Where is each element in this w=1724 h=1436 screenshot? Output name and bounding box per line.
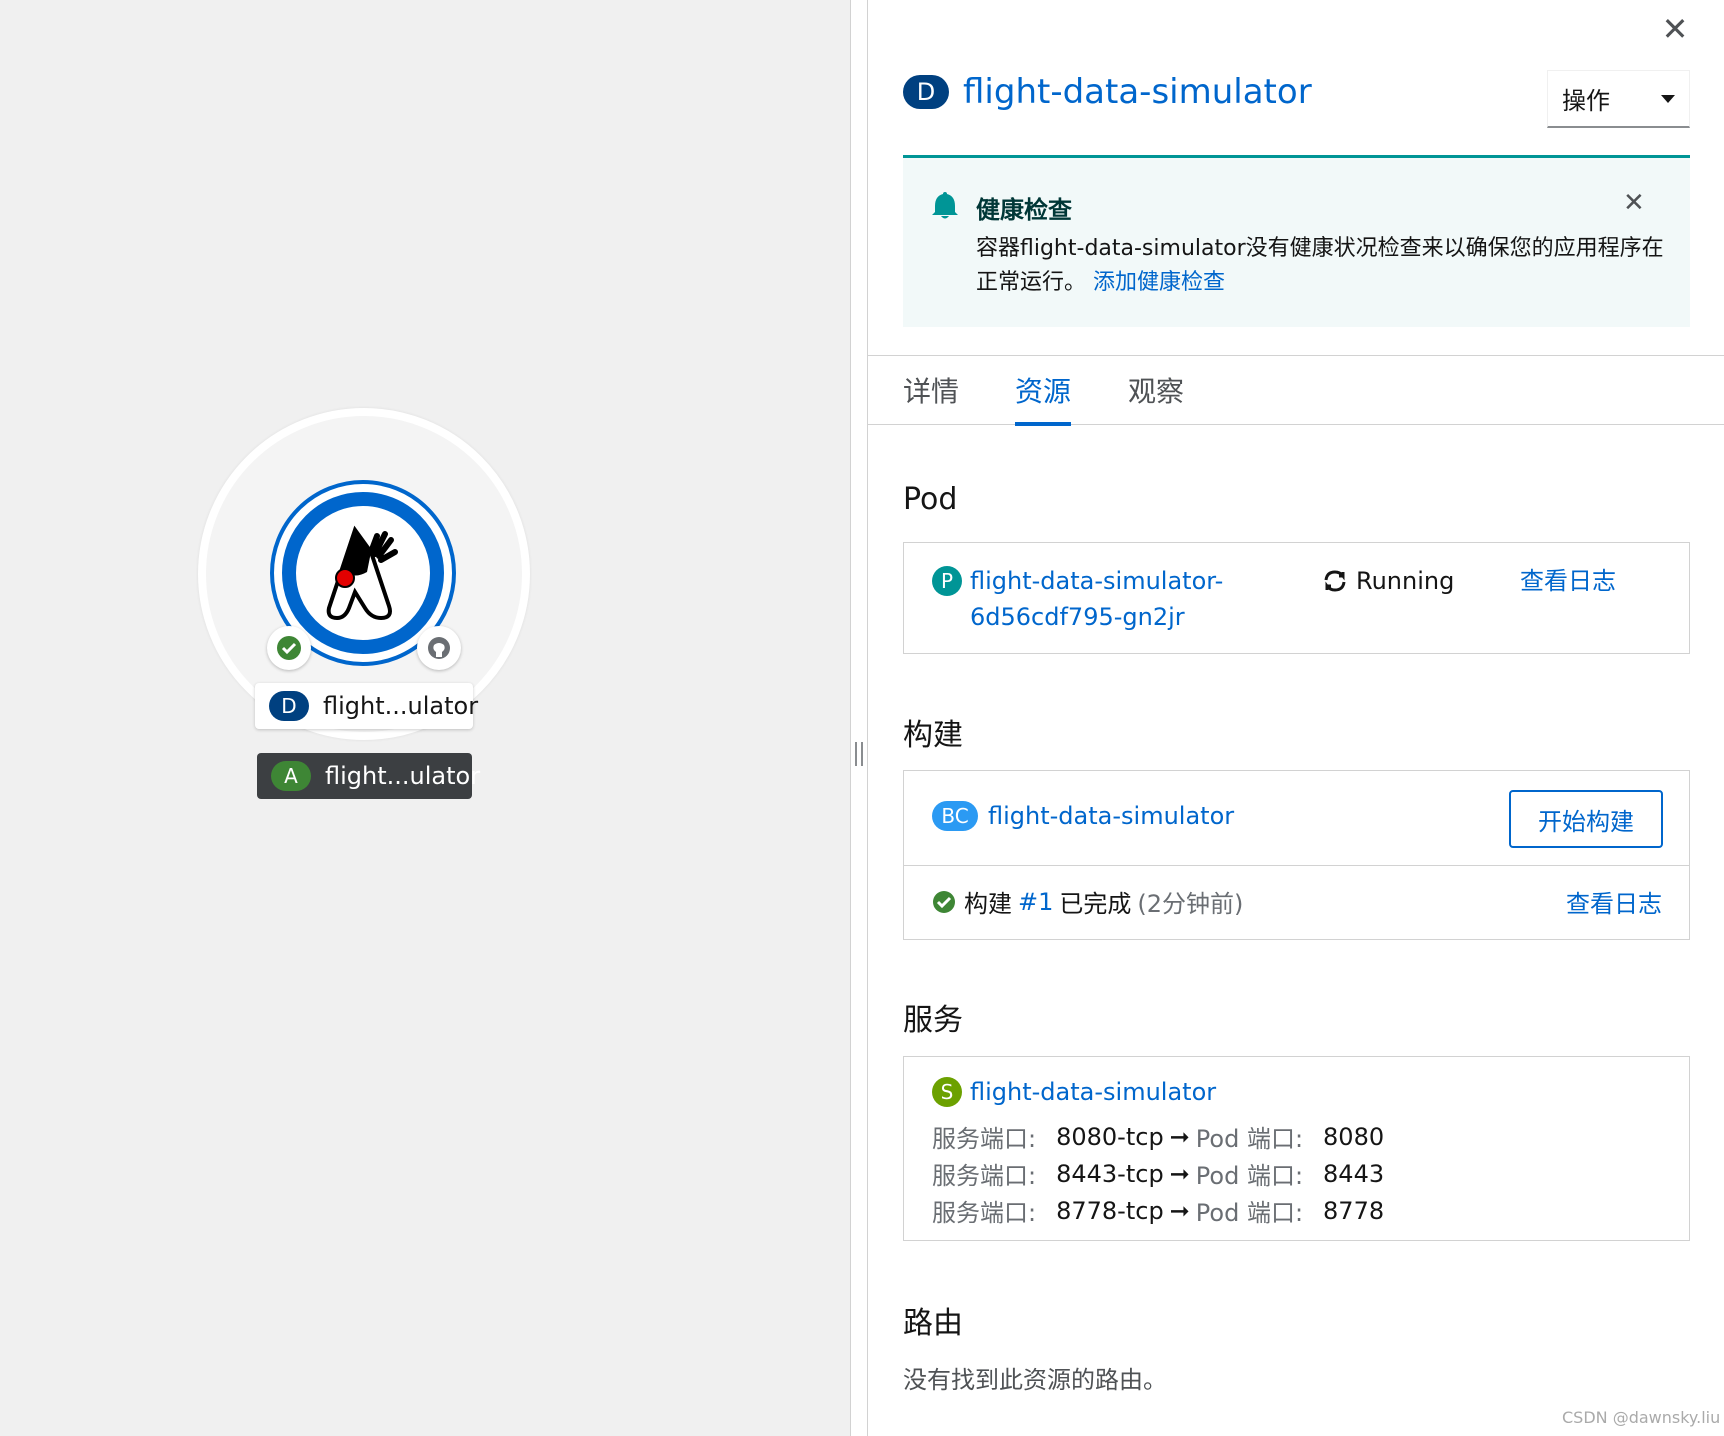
sync-icon bbox=[1324, 570, 1346, 592]
pod-name-line1: flight-data-simulator- bbox=[970, 567, 1224, 595]
arrow-right-icon: ➞ bbox=[1169, 1122, 1190, 1151]
application-label-text: flight...ulator bbox=[325, 762, 481, 790]
resource-name[interactable]: flight-data-simulator bbox=[963, 72, 1312, 112]
github-icon bbox=[428, 637, 450, 659]
build-section-title: 构建 bbox=[903, 718, 963, 753]
build-number-link[interactable]: #1 bbox=[1018, 888, 1053, 916]
tab-observe[interactable]: 观察 bbox=[1128, 370, 1184, 422]
bell-icon bbox=[932, 192, 958, 219]
build-status-prefix: 构建 bbox=[964, 890, 1012, 918]
tab-details[interactable]: 详情 bbox=[903, 370, 959, 422]
application-badge: A bbox=[271, 761, 311, 791]
tab-resources[interactable]: 资源 bbox=[1015, 370, 1072, 426]
drag-handle-icon[interactable] bbox=[855, 742, 863, 766]
build-time-ago: (2分钟前) bbox=[1137, 890, 1244, 918]
close-panel-button[interactable]: ✕ bbox=[1660, 12, 1690, 46]
topology-canvas[interactable]: D flight...ulator A flight...ulator bbox=[0, 0, 850, 1436]
actions-dropdown[interactable]: 操作 bbox=[1547, 70, 1690, 128]
add-health-check-link[interactable]: 添加健康检查 bbox=[1093, 270, 1225, 295]
resource-badge: D bbox=[903, 75, 949, 109]
arrow-right-icon: ➞ bbox=[1169, 1196, 1190, 1225]
alert-body: 容器flight-data-simulator没有健康状况检查来以确保您的应用程… bbox=[976, 232, 1666, 300]
pod-status: Running bbox=[1322, 563, 1454, 599]
actions-label: 操作 bbox=[1562, 87, 1610, 115]
alert-close-button[interactable]: ✕ bbox=[1623, 188, 1645, 218]
deployment-badge: D bbox=[269, 691, 309, 721]
pod-view-logs-link[interactable]: 查看日志 bbox=[1520, 563, 1616, 599]
start-build-button[interactable]: 开始构建 bbox=[1509, 790, 1663, 848]
application-label[interactable]: A flight...ulator bbox=[257, 753, 480, 799]
routes-empty-text: 没有找到此资源的路由。 bbox=[903, 1366, 1167, 1394]
service-link[interactable]: S flight-data-simulator bbox=[932, 1077, 1216, 1107]
deployment-label[interactable]: D flight...ulator bbox=[255, 683, 478, 729]
build-status-row: 构建 #1 已完成 (2分钟前) bbox=[932, 884, 1243, 919]
build-view-logs-link[interactable]: 查看日志 bbox=[1566, 884, 1662, 919]
health-check-alert: 健康检查 ✕ 容器flight-data-simulator没有健康状况检查来以… bbox=[903, 155, 1690, 327]
check-circle-icon bbox=[933, 890, 955, 913]
pod-badge: P bbox=[932, 566, 962, 596]
service-port-row: 服务端口: 8443-tcp ➞ Pod 端口: 8443 bbox=[932, 1159, 1385, 1191]
service-name: flight-data-simulator bbox=[970, 1078, 1217, 1106]
service-port-row: 服务端口: 8778-tcp ➞ Pod 端口: 8778 bbox=[932, 1196, 1385, 1228]
build-config-link[interactable]: BC flight-data-simulator bbox=[932, 801, 1234, 831]
routes-section-title: 路由 bbox=[903, 1306, 963, 1341]
deployment-label-text: flight...ulator bbox=[323, 692, 479, 720]
git-repository-decorator[interactable] bbox=[417, 626, 461, 670]
build-status-decorator[interactable] bbox=[267, 626, 311, 670]
caret-down-icon bbox=[1661, 94, 1675, 103]
arrow-right-icon: ➞ bbox=[1169, 1159, 1190, 1188]
service-badge: S bbox=[932, 1077, 962, 1107]
resource-title: D flight-data-simulator bbox=[903, 72, 1312, 112]
panel-tabs: 详情 资源 观察 bbox=[868, 355, 1724, 426]
build-config-badge: BC bbox=[932, 801, 978, 831]
service-port-row: 服务端口: 8080-tcp ➞ Pod 端口: 8080 bbox=[932, 1122, 1385, 1154]
pod-status-text: Running bbox=[1356, 567, 1455, 595]
panel-resize-divider[interactable] bbox=[850, 0, 868, 1436]
build-config-row: BC flight-data-simulator 开始构建 bbox=[904, 771, 1689, 866]
service-card: S flight-data-simulator 服务端口: 8080-tcp ➞… bbox=[903, 1056, 1690, 1241]
build-status-text: 已完成 bbox=[1059, 890, 1132, 918]
pod-section-title: Pod bbox=[903, 482, 958, 517]
alert-title: 健康检查 bbox=[976, 196, 1072, 224]
alert-body-text: 容器flight-data-simulator没有健康状况检查来以确保您的应用程… bbox=[976, 236, 1664, 295]
pod-card: P flight-data-simulator- 6d56cdf795-gn2j… bbox=[903, 542, 1690, 654]
java-duke-icon bbox=[326, 525, 398, 621]
pod-name-line2: 6d56cdf795-gn2jr bbox=[970, 603, 1185, 631]
check-circle-icon bbox=[277, 636, 301, 660]
build-card: BC flight-data-simulator 开始构建 构建 #1 已完成 … bbox=[903, 770, 1690, 940]
watermark: CSDN @dawnsky.liu bbox=[1562, 1408, 1721, 1427]
pod-link[interactable]: P flight-data-simulator- 6d56cdf795-gn2j… bbox=[932, 563, 1223, 635]
service-section-title: 服务 bbox=[903, 1003, 963, 1038]
build-config-name: flight-data-simulator bbox=[988, 802, 1235, 830]
